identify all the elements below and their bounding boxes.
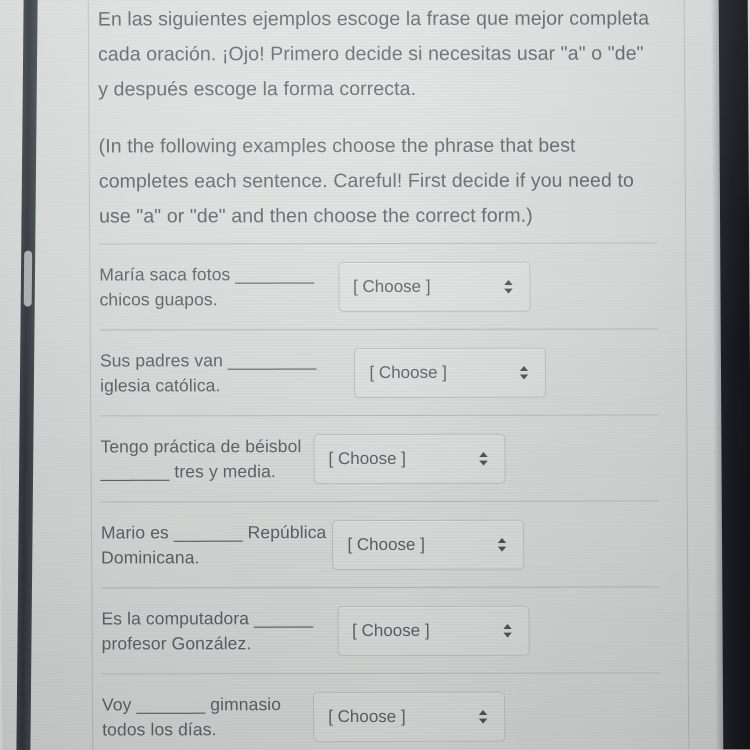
question-prompt-5-line-2: profesor González. (101, 632, 252, 653)
choose-dropdown-1-value: [ Choose ] (352, 276, 431, 296)
device-right-bezel (718, 0, 750, 750)
chevron-up-down-icon (478, 709, 488, 724)
question-row-2: Sus padres van _________ iglesia católic… (99, 328, 659, 416)
question-prompt-5-line-1: Es la computadora ______ (101, 607, 314, 628)
choose-dropdown-2-value: [ Choose ] (369, 362, 448, 382)
question-prompt-4: Mario es _______ República Dominicana. (101, 520, 333, 570)
question-prompt-5: Es la computadora ______ profesor Gonzál… (101, 606, 319, 656)
question-row-3: Tengo práctica de béisbol _______ tres y… (100, 414, 659, 502)
question-prompt-1: María saca fotos ________ chicos guapos. (99, 262, 320, 312)
question-prompt-6-line-1: Voy _______ gimnasio (101, 693, 282, 714)
choose-dropdown-6[interactable]: [ Choose ] (313, 691, 506, 742)
choose-dropdown-6-value: [ Choose ] (328, 706, 406, 726)
question-prompt-3-line-2: _______ tres y media. (100, 460, 276, 481)
device-side-button[interactable] (23, 250, 33, 307)
question-row-6: Voy _______ gimnasio todos los días. [ C… (101, 672, 661, 750)
question-row-4: Mario es _______ República Dominicana. [… (100, 500, 660, 588)
question-prompt-4-line-2: Dominicana. (101, 546, 200, 567)
chevron-up-down-icon (502, 623, 512, 638)
chevron-up-down-icon (503, 279, 513, 294)
choose-dropdown-5-value: [ Choose ] (352, 620, 430, 640)
question-prompt-3-line-1: Tengo práctica de béisbol (100, 435, 302, 456)
instructions-spanish: En las siguientes ejemplos escoge la fra… (97, 7, 650, 101)
question-prompt-2-line-2: iglesia católica. (99, 374, 221, 395)
question-row-1: María saca fotos ________ chicos guapos.… (99, 242, 658, 330)
quiz-content: En las siguientes ejemplos escoge la fra… (98, 0, 663, 750)
question-prompt-3: Tengo práctica de béisbol _______ tres y… (100, 434, 307, 484)
photographed-screen: En las siguientes ejemplos escoge la fra… (0, 0, 750, 750)
question-prompt-1-line-2: chicos guapos. (99, 288, 218, 309)
chevron-up-down-icon (479, 451, 488, 466)
instructions-english: (In the following examples choose the ph… (98, 134, 634, 228)
choose-dropdown-5[interactable]: [ Choose ] (336, 605, 530, 656)
choose-dropdown-1[interactable]: [ Choose ] (337, 261, 531, 312)
question-list: María saca fotos ________ chicos guapos.… (99, 242, 661, 750)
chevron-up-down-icon (520, 365, 529, 380)
choose-dropdown-3[interactable]: [ Choose ] (313, 433, 506, 484)
question-prompt-2-line-1: Sus padres van _________ (99, 349, 317, 370)
question-row-5: Es la computadora ______ profesor Gonzál… (101, 586, 660, 674)
choose-dropdown-4-value: [ Choose ] (347, 534, 425, 554)
question-prompt-2: Sus padres van _________ iglesia católic… (100, 348, 323, 398)
question-prompt-6-line-2: todos los días. (102, 718, 217, 739)
chevron-up-down-icon (498, 537, 507, 552)
choose-dropdown-3-value: [ Choose ] (328, 448, 407, 468)
question-prompt-4-line-1: Mario es _______ República (100, 521, 327, 542)
choose-dropdown-4[interactable]: [ Choose ] (332, 519, 525, 570)
choose-dropdown-2[interactable]: [ Choose ] (354, 347, 547, 398)
question-prompt-6: Voy _______ gimnasio todos los días. (102, 692, 287, 742)
question-prompt-1-line-1: María saca fotos ________ (99, 263, 315, 284)
